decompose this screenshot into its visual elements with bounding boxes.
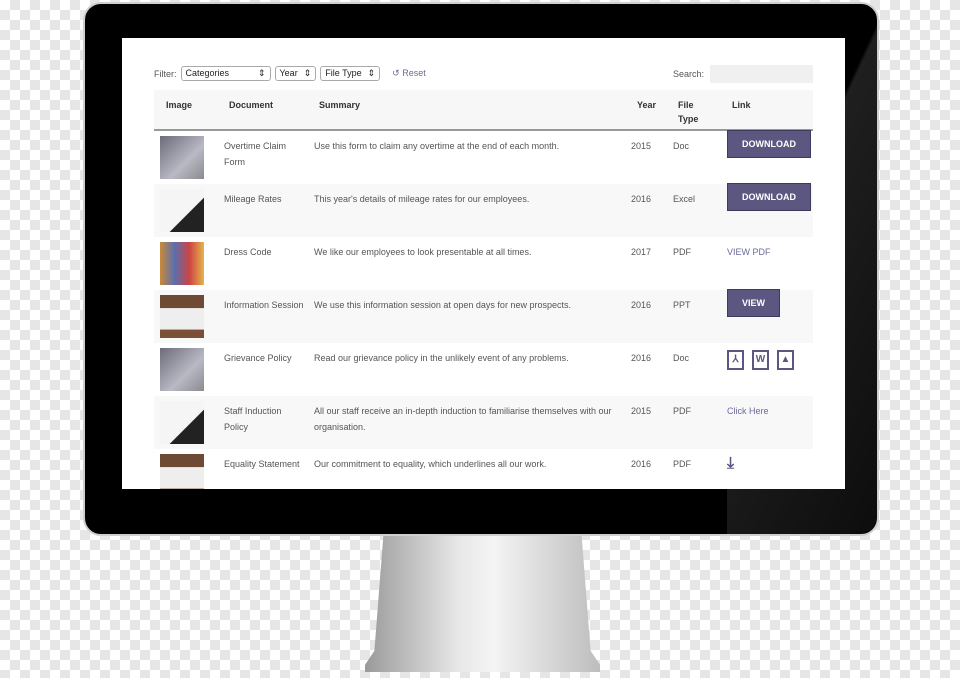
pdf-icon[interactable]: ⅄ [727, 350, 744, 370]
document-name: Equality Statement [224, 459, 300, 469]
filter-bar: Filter: Categories ⇕ Year ⇕ File Type ⇕ ↺ R… [154, 66, 426, 81]
search: Search: [673, 65, 813, 83]
document-thumbnail [160, 295, 204, 338]
document-thumbnail [160, 242, 204, 285]
document-summary: We like our employees to look presentabl… [314, 247, 532, 257]
document-file-type: Doc [673, 353, 690, 363]
document-file-type: PDF [673, 459, 691, 469]
document-link: ⅄ W ▲ [727, 350, 802, 370]
document-file-type: PDF [673, 247, 691, 257]
document-summary: This year's details of mileage rates for… [314, 194, 530, 204]
document-summary: Use this form to claim any overtime at t… [314, 141, 560, 151]
document-year: 2016 [631, 300, 652, 310]
document-summary: We use this information session at open … [314, 300, 571, 310]
document-file-type: PPT [673, 300, 691, 310]
header-document[interactable]: Document [229, 98, 273, 112]
table-row: Grievance Policy Read our grievance poli… [154, 343, 813, 396]
image-icon[interactable]: ▲ [777, 350, 794, 370]
document-name: Dress Code [224, 247, 272, 257]
document-summary: All our staff receive an in-depth induct… [314, 406, 612, 432]
document-file-type: Doc [673, 141, 690, 151]
header-file-type[interactable]: File Type [678, 98, 708, 126]
document-year: 2015 [631, 406, 652, 416]
header-year[interactable]: Year [637, 98, 656, 112]
document-name: Overtime Claim Form [224, 141, 287, 167]
year-select[interactable]: Year ⇕ [274, 66, 317, 81]
search-input[interactable] [710, 65, 813, 83]
document-year: 2016 [631, 194, 652, 204]
table-header: Image Document Summary Year File Type Li… [154, 90, 813, 131]
document-name: Information Session [224, 300, 304, 310]
header-summary[interactable]: Summary [319, 98, 360, 112]
table-row: Staff Induction Policy All our staff rec… [154, 396, 813, 449]
document-thumbnail [160, 348, 204, 391]
document-thumbnail [160, 136, 204, 179]
reset-icon: ↺ [392, 68, 400, 78]
table-row: Overtime Claim Form Use this form to cla… [154, 130, 813, 184]
screen: Filter: Categories ⇕ Year ⇕ File Type ⇕ ↺ R… [122, 38, 845, 489]
header-link[interactable]: Link [732, 98, 751, 112]
document-file-type: Excel [673, 194, 696, 204]
document-link: DOWNLOAD [727, 183, 811, 211]
reset-button[interactable]: ↺ Reset [392, 68, 426, 79]
table-row: Equality Statement Our commitment to equ… [154, 449, 813, 489]
monitor-stand [365, 530, 600, 672]
filter-label: Filter: [154, 68, 177, 79]
header-image: Image [166, 100, 193, 110]
document-link: VIEW [727, 289, 781, 317]
document-link: VIEW PDF [727, 244, 771, 260]
download-button[interactable]: DOWNLOAD [727, 183, 811, 211]
document-link: Click Here [727, 403, 769, 419]
search-label: Search: [672, 69, 704, 79]
document-year: 2016 [631, 353, 652, 363]
view-button[interactable]: VIEW [727, 289, 781, 317]
document-summary: Our commitment to equality, which underl… [314, 459, 547, 469]
document-name: Staff Induction Policy [224, 406, 282, 432]
document-file-type: PDF [673, 406, 691, 416]
categories-select[interactable]: Categories ⇕ [180, 66, 271, 81]
link[interactable]: VIEW PDF [727, 247, 771, 257]
download-icon[interactable]: ⤓ [727, 455, 734, 472]
document-year: 2016 [631, 459, 652, 469]
document-link: ⤓ [727, 456, 734, 473]
document-year: 2015 [631, 141, 652, 151]
table-row: Mileage Rates This year's details of mil… [154, 183, 813, 237]
document-year: 2017 [631, 247, 652, 257]
table-row: Information Session We use this informat… [154, 289, 813, 343]
document-summary: Read our grievance policy in the unlikel… [314, 353, 569, 363]
document-name: Mileage Rates [224, 194, 282, 204]
file-type-select[interactable]: File Type ⇕ [320, 66, 381, 81]
document-link: DOWNLOAD [727, 130, 811, 158]
download-button[interactable]: DOWNLOAD [727, 130, 811, 158]
table-row: Dress Code We like our employees to look… [154, 237, 813, 290]
document-thumbnail [160, 189, 204, 232]
document-name: Grievance Policy [224, 353, 292, 363]
word-icon[interactable]: W [752, 350, 769, 370]
link[interactable]: Click Here [727, 406, 769, 416]
document-thumbnail [160, 454, 204, 489]
document-thumbnail [160, 401, 204, 444]
